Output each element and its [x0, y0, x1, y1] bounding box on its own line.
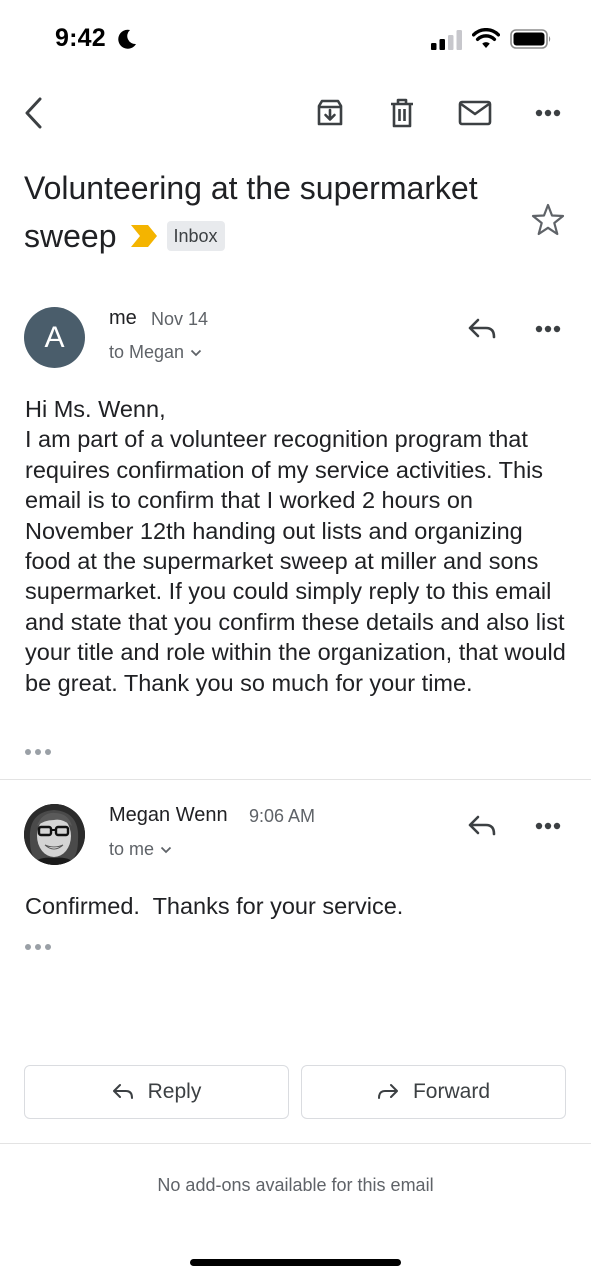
message-date: 9:06 AM: [249, 806, 316, 826]
reply-label: Reply: [147, 1080, 202, 1103]
subject-text: Volunteering at the supermarket sweep: [24, 170, 478, 254]
recipient-toggle[interactable]: to me: [109, 839, 172, 860]
status-bar: 9:42: [0, 0, 591, 80]
ellipsis-icon: [25, 944, 51, 950]
message-date: Nov 14: [151, 309, 209, 329]
forward-action-button[interactable]: Forward: [301, 1065, 566, 1119]
status-time: 9:42: [55, 24, 106, 52]
recipient-text: to Megan: [109, 342, 185, 362]
cellular-signal-icon: [431, 30, 462, 50]
moon-icon: [118, 29, 136, 49]
label-group: Inbox: [130, 220, 225, 251]
forward-icon: [377, 1084, 398, 1099]
message-header[interactable]: A me Nov 14 to Megan: [0, 307, 591, 377]
more-horizontal-icon: [535, 109, 561, 117]
footer-divider: [0, 1143, 591, 1144]
show-trimmed-content-button[interactable]: [24, 744, 56, 760]
avatar: [24, 804, 85, 865]
reply-icon: [468, 815, 496, 836]
wifi-icon: [472, 28, 500, 48]
recipient-toggle[interactable]: to Megan: [109, 342, 202, 363]
email-subject: Volunteering at the supermarket sweep Inb…: [24, 164, 524, 260]
back-arrow-icon: [25, 97, 42, 129]
inbox-label[interactable]: Inbox: [166, 220, 225, 251]
chevron-down-icon: [160, 846, 172, 853]
trash-icon: [391, 98, 413, 128]
profile-photo: [24, 804, 85, 865]
message-header[interactable]: Megan Wenn 9:06 AM to me: [0, 804, 591, 874]
ellipsis-icon: [25, 749, 51, 755]
reply-button[interactable]: [462, 809, 502, 843]
archive-button[interactable]: [308, 88, 352, 138]
more-options-button[interactable]: [526, 88, 570, 138]
sender-name: Megan Wenn: [109, 804, 228, 826]
battery-icon: [510, 29, 551, 49]
delete-button[interactable]: [380, 88, 424, 138]
message-more-button[interactable]: [526, 809, 570, 843]
toolbar: [0, 88, 591, 142]
star-icon[interactable]: [530, 202, 566, 236]
reply-icon: [112, 1084, 133, 1099]
message-more-button[interactable]: [526, 312, 570, 346]
message-body: Hi Ms. Wenn, I am part of a volunteer re…: [25, 396, 566, 696]
reply-icon: [468, 318, 496, 339]
message-divider: [0, 779, 591, 780]
mark-unread-button[interactable]: [453, 88, 497, 138]
importance-marker-icon: [130, 224, 157, 247]
back-button[interactable]: [12, 88, 56, 138]
message-body: Confirmed. Thanks for your service.: [25, 893, 404, 919]
reply-action-button[interactable]: Reply: [24, 1065, 289, 1119]
addons-notice: No add-ons available for this email: [157, 1175, 434, 1195]
more-horizontal-icon: [535, 325, 561, 333]
chevron-down-icon: [190, 349, 202, 356]
avatar: A: [24, 307, 85, 368]
recipient-text: to me: [109, 839, 155, 859]
more-horizontal-icon: [535, 822, 561, 830]
home-indicator[interactable]: [190, 1259, 401, 1266]
reply-button[interactable]: [462, 312, 502, 346]
show-trimmed-content-button[interactable]: [24, 939, 56, 955]
archive-icon: [317, 99, 343, 126]
mark-unread-icon: [458, 100, 492, 126]
forward-label: Forward: [412, 1080, 491, 1103]
sender-name: me: [109, 307, 137, 329]
